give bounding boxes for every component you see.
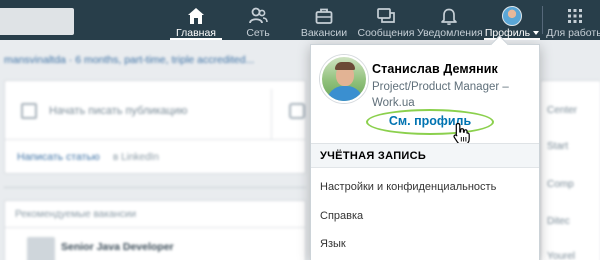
profile-photo[interactable] — [320, 55, 368, 103]
profile-dropdown-menu: Станислав Демяник Project/Product Manage… — [310, 44, 540, 260]
right-rail-item[interactable]: Start — [547, 141, 568, 152]
recommended-separator — [5, 227, 305, 228]
profile-photo-shirt — [327, 86, 363, 101]
start-post-button[interactable]: Начать писать публикацию — [49, 105, 187, 117]
edit-icon — [21, 103, 37, 119]
nav-work[interactable]: Для работы — [546, 0, 600, 40]
share-divider — [271, 89, 272, 139]
nav-notifications[interactable]: Уведомления — [417, 0, 483, 40]
nav-jobs-label: Вакансии — [300, 27, 348, 39]
write-article-suffix: в LinkedIn — [113, 152, 159, 163]
chevron-down-icon — [533, 31, 540, 36]
profile-name: Станислав Демяник — [372, 62, 498, 76]
company-logo — [27, 237, 55, 260]
nav-profile[interactable]: Профиль — [484, 0, 540, 40]
menu-item-settings-privacy[interactable]: Настройки и конфиденциальность — [320, 181, 496, 193]
right-rail-item[interactable]: Center — [547, 105, 577, 116]
profile-headline: Project/Product Manager – Work.ua — [372, 81, 509, 109]
nav-work-label: Для работы — [546, 27, 600, 39]
camera-icon[interactable] — [289, 103, 305, 119]
messages-icon — [377, 8, 395, 23]
nav-messaging-label: Сообщения — [357, 27, 415, 39]
top-navigation-bar: Главная Сеть Вакансии Сообщения Уведомле… — [0, 0, 600, 40]
right-rail-card: Center Start Comp Ditec Yourel — [540, 80, 600, 260]
nav-notifications-label: Уведомления — [417, 27, 483, 39]
search-input[interactable] — [0, 8, 74, 35]
grid-icon — [568, 9, 582, 23]
right-rail-item[interactable]: Ditec — [547, 216, 570, 227]
nav-messaging[interactable]: Сообщения — [356, 0, 416, 40]
job-title-link[interactable]: Senior Java Developer — [61, 241, 174, 253]
nav-jobs[interactable]: Вакансии — [294, 0, 354, 40]
nav-home-label: Главная — [176, 27, 216, 39]
share-separator — [5, 139, 305, 140]
people-icon — [249, 7, 268, 24]
briefcase-icon — [315, 8, 333, 24]
right-rail-item[interactable]: Comp — [547, 179, 574, 190]
bell-icon — [441, 8, 457, 25]
menu-item-language[interactable]: Язык — [320, 238, 346, 250]
account-section-header: УЧЁТНАЯ ЗАПИСЬ — [311, 144, 539, 168]
recommended-jobs-title: Рекомендуемые вакансии — [15, 209, 137, 220]
avatar — [502, 6, 522, 26]
feed-sort-line — [4, 187, 306, 188]
nav-profile-label-wrap: Профиль — [484, 27, 540, 39]
share-box: Начать писать публикацию Написать статью… — [4, 80, 306, 174]
menu-item-help[interactable]: Справка — [320, 210, 363, 222]
nav-home[interactable]: Главная — [170, 0, 222, 40]
nav-network-label: Сеть — [246, 27, 270, 39]
profile-photo-hair — [335, 62, 355, 70]
account-section-title: УЧЁТНАЯ ЗАПИСЬ — [320, 150, 427, 162]
write-article-link[interactable]: Написать статью — [17, 151, 100, 163]
recommended-jobs-card: Рекомендуемые вакансии Senior Java Devel… — [4, 200, 306, 260]
view-profile-button[interactable]: См. профиль — [366, 109, 494, 135]
ad-banner-text: mansvinaltda · 6 months, part-time, trip… — [4, 54, 255, 66]
home-icon — [188, 8, 204, 24]
right-rail-item[interactable]: Yourel — [547, 251, 575, 260]
nav-divider — [542, 6, 543, 34]
nav-network[interactable]: Сеть — [236, 0, 280, 40]
nav-profile-label: Профиль — [484, 27, 531, 39]
